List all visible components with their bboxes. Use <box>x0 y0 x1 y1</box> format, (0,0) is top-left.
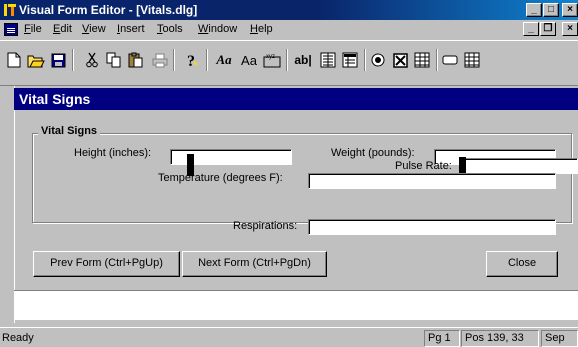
checkbox-icon[interactable] <box>390 49 410 71</box>
paste-icon[interactable] <box>126 49 146 71</box>
italic-font-icon[interactable]: Aa <box>212 49 236 71</box>
weight-label: Weight (pounds): <box>331 147 415 159</box>
menu-insert[interactable]: Insert <box>117 23 145 35</box>
copy-icon[interactable] <box>104 49 124 71</box>
menu-view[interactable]: View <box>82 23 106 35</box>
menu-bar: File Edit View Insert Tools Window Help … <box>0 20 578 39</box>
child-close-button[interactable]: × <box>562 22 578 36</box>
combo-box-icon[interactable] <box>340 49 360 71</box>
maximize-button[interactable]: □ <box>543 3 559 17</box>
pulse-rate-input[interactable] <box>460 158 578 174</box>
toolbar: ? Aa Aa xyz ab| <box>0 40 578 86</box>
temperature-label: Temperature (degrees F): <box>158 172 283 184</box>
temperature-input[interactable] <box>308 173 556 189</box>
form-title-bar: Vital Signs <box>14 88 578 110</box>
open-folder-icon[interactable] <box>26 49 46 71</box>
label-frame-icon[interactable]: xyz <box>262 49 282 71</box>
prev-form-button[interactable]: Prev Form (Ctrl+PgUp) <box>33 251 180 277</box>
print-icon[interactable] <box>150 49 170 71</box>
help-icon[interactable]: ? <box>182 49 202 71</box>
window-title: Visual Form Editor - [Vitals.dlg] <box>19 3 198 17</box>
menu-edit[interactable]: Edit <box>53 23 72 35</box>
font-icon[interactable]: Aa <box>238 49 260 71</box>
next-form-button[interactable]: Next Form (Ctrl+PgDn) <box>182 251 327 277</box>
form-footer-area <box>14 290 578 320</box>
menu-tools[interactable]: Tools <box>157 23 183 35</box>
app-icon <box>4 4 16 16</box>
respirations-input[interactable] <box>308 219 556 235</box>
cut-icon[interactable] <box>82 49 102 71</box>
child-restore-button[interactable]: ❐ <box>540 22 556 36</box>
status-ready: Ready <box>2 332 34 344</box>
close-form-button[interactable]: Close <box>486 251 558 277</box>
menu-help[interactable]: Help <box>250 23 273 35</box>
text-box-icon[interactable]: ab| <box>290 49 316 71</box>
respirations-label: Respirations: <box>233 220 298 232</box>
window-titlebar[interactable]: Visual Form Editor - [Vitals.dlg] _ □ × <box>0 0 578 20</box>
table-icon[interactable] <box>462 49 482 71</box>
status-page: Pg 1 <box>424 330 460 347</box>
minimize-button[interactable]: _ <box>526 3 542 17</box>
document-icon[interactable] <box>4 23 18 36</box>
status-separator: Sep <box>541 330 578 347</box>
save-icon[interactable] <box>48 49 68 71</box>
new-file-icon[interactable] <box>4 49 24 71</box>
svg-text:xyz: xyz <box>266 54 275 60</box>
svg-text:?: ? <box>187 53 195 69</box>
menu-file[interactable]: File <box>24 23 42 35</box>
height-label: Height (inches): <box>74 147 152 159</box>
groupbox-label: Vital Signs <box>38 125 101 137</box>
grid-icon[interactable] <box>412 49 432 71</box>
menu-window[interactable]: Window <box>198 23 237 35</box>
status-position: Pos 139, 33 <box>461 330 539 347</box>
list-box-icon[interactable] <box>318 49 338 71</box>
child-minimize-button[interactable]: _ <box>523 22 539 36</box>
status-bar: Ready Pg 1 Pos 139, 33 Sep <box>0 327 578 347</box>
radio-button-icon[interactable] <box>368 49 388 71</box>
pulse-rate-label: Pulse Rate: <box>395 160 452 172</box>
button-control-icon[interactable] <box>440 49 460 71</box>
close-button[interactable]: × <box>562 3 578 17</box>
